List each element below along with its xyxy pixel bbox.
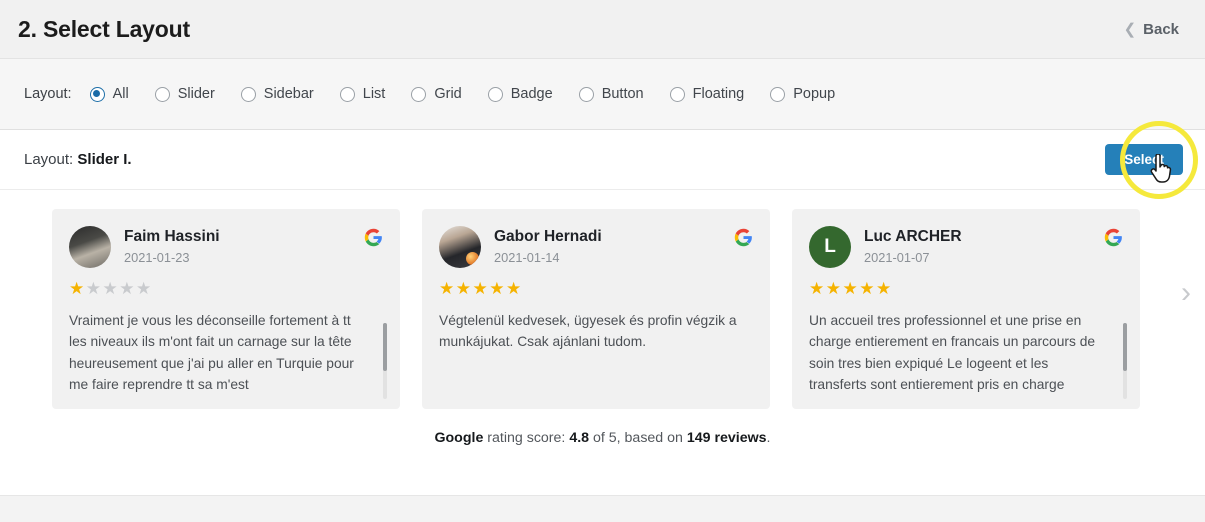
review-card[interactable]: Gabor Hernadi 2021-01-14 ★★★★★ Végtelenü… [422,209,770,409]
radio-icon[interactable] [770,86,786,102]
back-button[interactable]: ❮ Back [1124,21,1185,38]
layout-caption: Layout: Slider I. [24,151,132,168]
radio-option-sidebar[interactable]: Sidebar [240,86,314,102]
radio-option-list[interactable]: List [339,86,386,102]
review-text: Un accueil tres professionnel et une pri… [809,313,1096,393]
star-empty-icon: ★ [136,279,153,298]
star-filled-icon: ★ [859,279,876,298]
page-title: 2. Select Layout [18,15,190,42]
radio-option-badge[interactable]: Badge [487,86,553,102]
review-header: Faim Hassini 2021-01-23 [69,226,383,268]
select-layout-screen: 2. Select Layout ❮ Back Layout: All Slid… [0,0,1205,522]
radio-label: Sidebar [263,86,314,102]
review-scrollbar[interactable] [1123,323,1127,399]
radio-icon[interactable] [339,86,355,102]
radio-icon[interactable] [578,86,594,102]
star-filled-icon: ★ [69,279,86,298]
avatar: L [809,226,851,268]
preview-header: Layout: Slider I. Select [0,121,1205,199]
star-filled-icon: ★ [876,279,893,298]
star-rating: ★★★★★ [69,280,383,297]
radio-icon[interactable] [411,86,427,102]
reviews-carousel: Faim Hassini 2021-01-23 ★★★★★ Vraiment j… [0,190,1205,409]
radio-label: Popup [793,86,836,102]
radio-option-slider[interactable]: Slider [154,86,215,102]
radio-label: All [112,86,129,102]
radio-option-floating[interactable]: Floating [669,86,745,102]
radio-label: Grid [434,86,462,102]
rating-score: 4.8 [569,430,590,446]
radio-option-button[interactable]: Button [578,86,644,102]
review-author-block: Luc ARCHER 2021-01-07 [864,226,1091,265]
carousel-next-arrow-icon[interactable]: › [1181,278,1191,308]
star-rating: ★★★★★ [809,280,1123,297]
radio-option-all[interactable]: All [89,86,129,102]
review-date: 2021-01-23 [124,250,190,266]
star-filled-icon: ★ [809,279,826,298]
chevron-left-icon: ❮ [1123,20,1137,38]
layout-preview-panel: Layout: Slider I. Select Faim Hassini 20… [0,121,1205,495]
layout-filter-label: Layout: [24,86,72,102]
layout-caption-prefix: Layout: [24,151,74,168]
rating-review-count: 149 reviews [686,430,767,446]
back-button-label: Back [1143,20,1179,38]
scrollbar-thumb[interactable] [383,323,387,371]
star-filled-icon: ★ [489,279,506,298]
radio-label: Slider [177,86,215,102]
star-filled-icon: ★ [825,279,843,298]
layout-filter-bar: Layout: All Slider Sidebar List Grid Bad… [0,58,1205,130]
review-text: Vraiment je vous les déconseille forteme… [69,313,354,393]
star-filled-icon: ★ [472,279,490,298]
review-header: L Luc ARCHER 2021-01-07 [809,226,1123,268]
review-author-block: Gabor Hernadi 2021-01-14 [494,226,721,265]
google-rating-summary: Google rating score: 4.8 of 5, based on … [0,430,1205,446]
review-scrollbar[interactable] [383,323,387,399]
radio-label: Badge [510,86,553,102]
review-header: Gabor Hernadi 2021-01-14 [439,226,753,268]
review-date: 2021-01-07 [864,250,930,266]
google-g-icon [364,228,382,247]
select-button[interactable]: Select [1105,144,1183,175]
radio-icon[interactable] [669,86,685,102]
rating-end-text: . [766,430,771,446]
radio-icon[interactable] [89,86,105,102]
page-header: 2. Select Layout ❮ Back [0,0,1205,58]
rating-of-text: of 5, based on [589,430,687,446]
rating-mid-text: rating score: [483,430,570,446]
star-rating: ★★★★★ [439,280,753,297]
star-filled-icon: ★ [842,279,860,298]
bottom-strip [0,495,1205,522]
avatar [439,226,481,268]
scrollbar-thumb[interactable] [1123,323,1127,371]
review-author-block: Faim Hassini 2021-01-23 [124,226,351,265]
reviewer-name: Luc ARCHER [864,228,962,245]
radio-option-grid[interactable]: Grid [411,86,462,102]
reviewer-name: Faim Hassini [124,228,220,245]
radio-icon[interactable] [154,86,170,102]
radio-label: List [362,86,386,102]
star-empty-icon: ★ [119,279,136,298]
radio-icon[interactable] [240,86,256,102]
google-g-icon [1104,228,1122,247]
star-empty-icon: ★ [85,279,103,298]
star-empty-icon: ★ [102,279,120,298]
radio-option-popup[interactable]: Popup [770,86,835,102]
avatar [69,226,111,268]
reviewer-name: Gabor Hernadi [494,228,602,245]
radio-icon[interactable] [487,86,503,102]
layout-caption-name: Slider I. [77,151,132,168]
star-filled-icon: ★ [455,279,473,298]
review-card[interactable]: Faim Hassini 2021-01-23 ★★★★★ Vraiment j… [52,209,400,409]
radio-label: Floating [692,86,745,102]
radio-label: Button [601,86,644,102]
review-date: 2021-01-14 [494,250,560,266]
review-card[interactable]: L Luc ARCHER 2021-01-07 ★★★★★ Un accueil… [792,209,1140,409]
review-text: Végtelenül kedvesek, ügyesek és profin v… [439,313,737,350]
rating-brand: Google [434,430,484,446]
star-filled-icon: ★ [439,279,456,298]
star-filled-icon: ★ [506,279,523,298]
google-g-icon [734,228,752,247]
